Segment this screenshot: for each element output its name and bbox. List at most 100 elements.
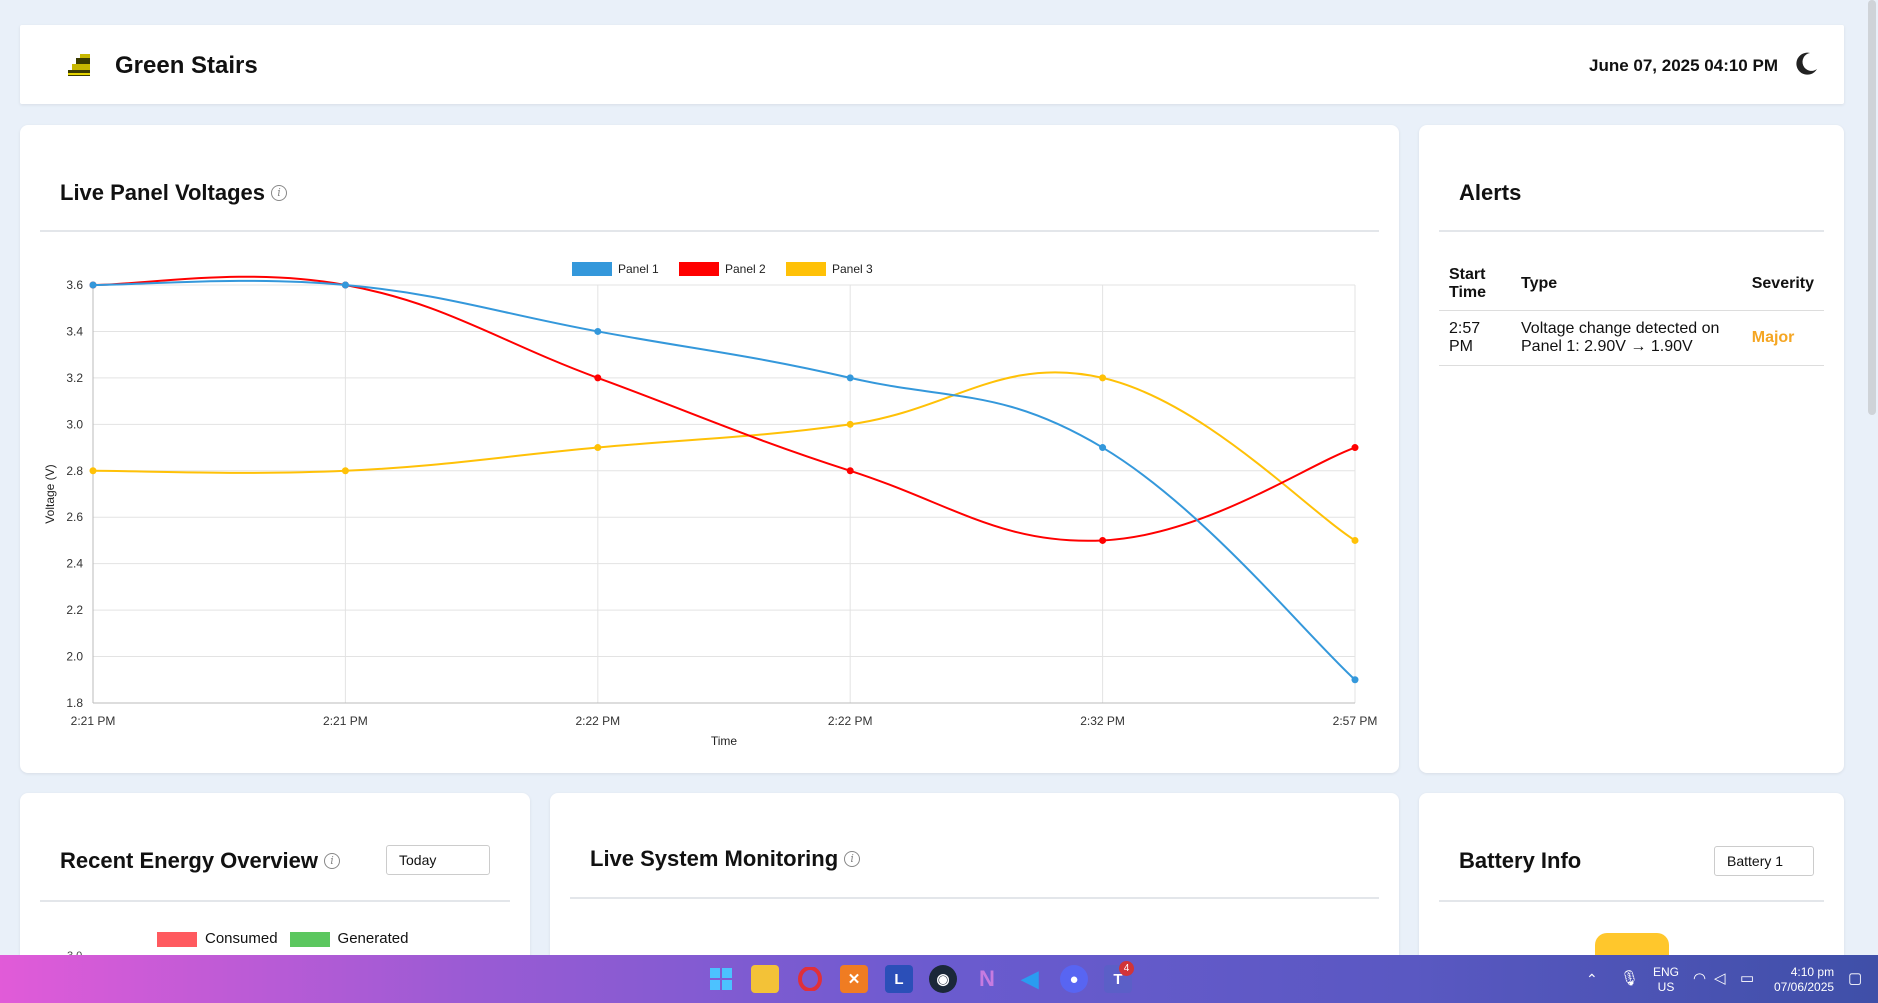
data-point-panel-3 <box>594 444 602 452</box>
voltage-chart: 3.6 3.4 3.2 3.0 2.8 2.6 2.4 2.2 2.0 1.8 2:21 PM 2:2… <box>43 262 1378 748</box>
y-tick-label: 3.2 <box>66 371 83 385</box>
current-datetime: June 07, 2025 04:10 PM <box>1588 56 1778 75</box>
period-select[interactable]: Today <box>386 845 490 875</box>
speaker-icon[interactable]: ◁ <box>1714 969 1726 987</box>
page-scrollbar[interactable] <box>1868 0 1876 415</box>
col-start-time: Start Time <box>1439 258 1511 311</box>
xampp-icon[interactable]: ✕ <box>840 965 868 993</box>
alerts-card: Alerts Start Time Type Severity 2:57 PM … <box>1419 125 1844 773</box>
energy-legend: Consumed Generated <box>157 930 408 947</box>
legend-label-panel-2: Panel 2 <box>725 262 766 276</box>
legend-swatch-panel-2 <box>679 262 719 276</box>
data-point-panel-2 <box>846 467 854 475</box>
y-tick-label: 3.0 <box>66 417 83 431</box>
y-tick-label: 3.4 <box>66 324 83 338</box>
alerts-header-row: Start Time Type Severity <box>1439 258 1824 311</box>
series-line-panel-2 <box>92 275 1356 542</box>
x-tick-label: 2:57 PM <box>1333 714 1378 728</box>
l-app-icon[interactable]: L <box>885 965 913 993</box>
n-app-icon[interactable]: N <box>973 965 1001 993</box>
data-point-panel-1 <box>341 281 349 289</box>
legend-label-consumed: Consumed <box>205 930 278 947</box>
notification-icon[interactable]: ▢ <box>1848 969 1862 987</box>
teams-badge: 4 <box>1119 961 1134 976</box>
data-point-panel-1 <box>89 281 97 289</box>
data-point-panel-1 <box>1099 444 1107 452</box>
data-point-panel-2 <box>1099 536 1107 544</box>
legend-label-generated: Generated <box>337 930 409 947</box>
energy-divider <box>40 900 510 902</box>
voltage-card: Live Panel Voltages i 3.6 3.4 3.2 3.0 2.8 2.6… <box>20 125 1399 773</box>
language-code: ENG <box>1653 965 1680 979</box>
legend-label-panel-3: Panel 3 <box>832 262 873 276</box>
system-clock[interactable]: 4:10 pm 07/06/2025 <box>1774 965 1834 995</box>
battery-title: Battery Info <box>1459 848 1582 873</box>
x-tick-label: 2:21 PM <box>323 714 368 728</box>
col-severity: Severity <box>1741 258 1824 311</box>
chevron-up-icon[interactable]: ⌃ <box>1586 971 1598 988</box>
clock-date: 07/06/2025 <box>1774 980 1835 994</box>
legend-swatch-generated <box>289 931 330 947</box>
y-tick-label: 1.8 <box>66 696 83 710</box>
windows-start-icon[interactable] <box>707 965 735 993</box>
energy-title: Recent Energy Overview i <box>60 848 341 874</box>
steam-icon[interactable]: ◉ <box>929 965 957 993</box>
alerts-table: Start Time Type Severity 2:57 PM Voltage… <box>1439 258 1824 366</box>
legend-swatch-consumed <box>157 931 197 947</box>
data-point-panel-3 <box>1099 374 1107 382</box>
battery-divider <box>1439 900 1824 902</box>
microphone-icon[interactable]: 🎙 <box>1620 969 1639 987</box>
series-line-panel-3 <box>92 371 1356 542</box>
col-type: Type <box>1511 258 1742 311</box>
x-axis-label: Time <box>711 734 738 748</box>
y-axis-label: Voltage (V) <box>43 464 57 523</box>
language-indicator[interactable]: ENG US <box>1653 965 1679 995</box>
moon-icon[interactable] <box>1792 50 1820 78</box>
alerts-divider <box>1439 230 1824 232</box>
y-tick-label: 3.6 <box>66 278 83 292</box>
legend-label-panel-1: Panel 1 <box>618 262 659 276</box>
legend-swatch-panel-3 <box>786 262 826 276</box>
info-icon[interactable]: i <box>844 851 861 867</box>
battery-select[interactable]: Battery 1 <box>1714 846 1814 876</box>
x-tick-label: 2:32 PM <box>1080 714 1125 728</box>
data-point-panel-1 <box>1351 676 1359 684</box>
data-point-panel-3 <box>89 467 97 475</box>
taskbar: ✕ L ◉ N ◀ ● T 4 ⌃ 🎙 ENG US ◠ ◁ ▭ 4:10 pm… <box>0 955 1878 1003</box>
data-point-panel-3 <box>846 420 854 428</box>
table-row[interactable]: 2:57 PM Voltage change detected on Panel… <box>1439 310 1824 366</box>
legend-swatch-panel-1 <box>572 262 612 276</box>
legend-generated[interactable]: Generated <box>289 930 409 947</box>
app-header: Green Stairs June 07, 2025 04:10 PM <box>20 25 1844 104</box>
legend-consumed[interactable]: Consumed <box>157 930 278 947</box>
data-point-panel-2 <box>594 374 602 382</box>
discord-icon[interactable]: ● <box>1060 965 1088 993</box>
x-tick-label: 2:21 PM <box>71 714 116 728</box>
data-point-panel-1 <box>594 327 602 335</box>
data-point-panel-1 <box>846 374 854 382</box>
vscode-icon[interactable]: ◀ <box>1016 965 1044 993</box>
app-title: Green Stairs <box>115 52 258 79</box>
x-tick-label: 2:22 PM <box>575 714 620 728</box>
battery-icon[interactable]: ▭ <box>1740 969 1754 987</box>
monitoring-divider <box>570 897 1379 899</box>
wifi-icon[interactable]: ◠ <box>1693 969 1706 987</box>
opera-icon[interactable] <box>796 965 824 993</box>
region-code: US <box>1657 980 1675 994</box>
file-explorer-icon[interactable] <box>751 965 779 993</box>
alerts-title: Alerts <box>1459 180 1522 205</box>
energy-title-text: Recent Energy Overview <box>60 848 319 873</box>
data-point-panel-3 <box>1351 536 1359 544</box>
alert-type: Voltage change detected on Panel 1: 2.90… <box>1511 310 1742 366</box>
data-point-panel-3 <box>341 467 349 475</box>
y-tick-label: 2.2 <box>66 603 83 617</box>
y-tick-label: 2.6 <box>66 510 83 524</box>
stairs-icon <box>68 54 90 76</box>
data-point-panel-2 <box>1351 444 1359 452</box>
monitoring-title: Live System Monitoring i <box>590 846 861 872</box>
clock-time: 4:10 pm <box>1790 965 1835 979</box>
alert-time: 2:57 PM <box>1439 310 1511 366</box>
alert-severity: Major <box>1741 310 1824 366</box>
y-tick-label: 2.4 <box>66 557 83 571</box>
info-icon[interactable]: i <box>324 853 341 869</box>
